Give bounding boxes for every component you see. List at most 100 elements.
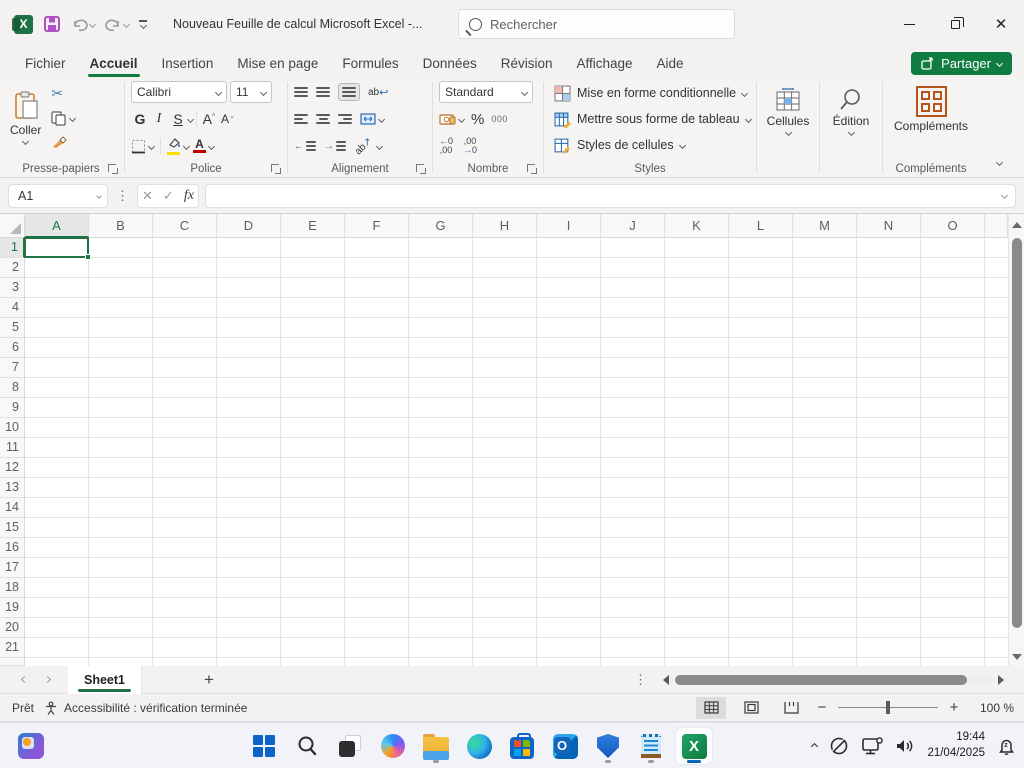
merge-center-button[interactable]	[360, 113, 384, 125]
taskbar-clock[interactable]: 19:44 21/04/2025	[927, 730, 985, 761]
undo-dropdown-icon[interactable]	[89, 20, 96, 27]
store-button[interactable]	[504, 728, 540, 764]
column-header-C[interactable]: C	[153, 214, 217, 238]
horizontal-scroll-thumb[interactable]	[675, 675, 967, 685]
addins-button[interactable]: Compléments	[889, 84, 973, 135]
cells-area[interactable]	[25, 238, 1008, 666]
file-explorer-button[interactable]	[418, 728, 454, 764]
column-header-M[interactable]: M	[793, 214, 857, 238]
horizontal-scrollbar[interactable]: ⋮	[634, 671, 1004, 689]
decrease-indent-icon[interactable]: ←	[294, 141, 316, 152]
tab-accueil[interactable]: Accueil	[78, 48, 150, 78]
row-header-16[interactable]: 16	[0, 538, 25, 558]
row-header-10[interactable]: 10	[0, 418, 25, 438]
align-top-icon[interactable]	[294, 87, 308, 97]
column-header-N[interactable]: N	[857, 214, 921, 238]
font-size-select[interactable]: 11	[230, 81, 272, 103]
paste-button[interactable]: Coller	[4, 80, 47, 154]
no-internet-icon[interactable]	[829, 736, 849, 756]
start-button[interactable]	[246, 728, 282, 764]
row-header-8[interactable]: 8	[0, 378, 25, 398]
align-center-icon[interactable]	[316, 114, 330, 124]
row-header-partial[interactable]	[0, 658, 25, 666]
zoom-level[interactable]: 100 %	[970, 701, 1014, 715]
vertical-scrollbar[interactable]	[1008, 214, 1024, 666]
tab-mise-en-page[interactable]: Mise en page	[225, 48, 330, 78]
scroll-right-icon[interactable]	[998, 675, 1004, 685]
customize-qat-icon[interactable]	[139, 20, 147, 27]
underline-dropdown-icon[interactable]	[187, 115, 194, 122]
sheet-tab-sheet1[interactable]: Sheet1	[68, 666, 142, 694]
row-header-18[interactable]: 18	[0, 578, 25, 598]
format-painter-icon[interactable]	[51, 135, 67, 149]
align-left-icon[interactable]	[294, 114, 308, 124]
column-header-G[interactable]: G	[409, 214, 473, 238]
tab-donnees[interactable]: Données	[411, 48, 489, 78]
row-header-6[interactable]: 6	[0, 338, 25, 358]
row-header-2[interactable]: 2	[0, 258, 25, 278]
comma-style-icon[interactable]: 000	[491, 114, 508, 124]
orientation-button[interactable]: ab↗	[354, 141, 382, 152]
decrease-font-size-button[interactable]: A⌄	[219, 112, 237, 126]
row-header-12[interactable]: 12	[0, 458, 25, 478]
share-button[interactable]: Partager	[911, 52, 1012, 75]
excel-taskbar-button[interactable]	[676, 728, 712, 764]
prev-sheet-icon[interactable]	[21, 676, 28, 683]
cell-styles-button[interactable]: Styles de cellules	[550, 133, 750, 158]
increase-font-size-button[interactable]: A^	[200, 111, 218, 127]
column-header-E[interactable]: E	[281, 214, 345, 238]
row-header-11[interactable]: 11	[0, 438, 25, 458]
italic-button[interactable]: I	[150, 111, 168, 127]
row-header-5[interactable]: 5	[0, 318, 25, 338]
tab-fichier[interactable]: Fichier	[13, 48, 78, 78]
select-all-corner[interactable]	[0, 214, 25, 238]
accessibility-status[interactable]: Accessibilité : vérification terminée	[44, 701, 247, 715]
selected-cell-A1[interactable]	[24, 237, 89, 258]
expand-formula-bar-icon[interactable]	[1001, 192, 1008, 199]
row-header-7[interactable]: 7	[0, 358, 25, 378]
taskbar-search-button[interactable]	[289, 728, 325, 764]
outlook-button[interactable]	[547, 728, 583, 764]
normal-view-button[interactable]	[696, 697, 726, 719]
column-header-D[interactable]: D	[217, 214, 281, 238]
column-header-L[interactable]: L	[729, 214, 793, 238]
row-header-17[interactable]: 17	[0, 558, 25, 578]
edge-button[interactable]	[461, 728, 497, 764]
row-header-19[interactable]: 19	[0, 598, 25, 618]
next-sheet-icon[interactable]	[44, 676, 51, 683]
minimize-button[interactable]	[886, 0, 932, 48]
excel-app-icon[interactable]	[14, 15, 33, 34]
row-header-4[interactable]: 4	[0, 298, 25, 318]
tab-revision[interactable]: Révision	[489, 48, 565, 78]
column-header-H[interactable]: H	[473, 214, 537, 238]
copy-button[interactable]	[51, 111, 75, 126]
search-input[interactable]: Rechercher	[458, 9, 735, 39]
volume-icon[interactable]	[895, 737, 915, 755]
task-view-button[interactable]	[332, 728, 368, 764]
tab-formules[interactable]: Formules	[330, 48, 410, 78]
wrap-text-icon[interactable]: ab↩	[368, 86, 388, 99]
new-sheet-button[interactable]: +	[204, 670, 214, 690]
copilot-button[interactable]	[375, 728, 411, 764]
name-box[interactable]: A1	[8, 184, 108, 208]
redo-dropdown-icon[interactable]	[123, 20, 130, 27]
column-header-B[interactable]: B	[89, 214, 153, 238]
column-header-partial[interactable]	[985, 214, 1008, 238]
row-header-3[interactable]: 3	[0, 278, 25, 298]
fill-color-button[interactable]	[167, 137, 189, 155]
column-header-F[interactable]: F	[345, 214, 409, 238]
decrease-decimal-icon[interactable]: ,00→0	[463, 137, 477, 155]
notepad-button[interactable]	[633, 728, 669, 764]
cancel-entry-icon[interactable]: ✕	[142, 188, 153, 204]
cells-button[interactable]: Cellules	[763, 86, 813, 137]
borders-button[interactable]	[131, 139, 154, 154]
notification-bell-icon[interactable]: z	[997, 737, 1016, 756]
zoom-in-button[interactable]: +	[948, 699, 960, 716]
scroll-left-icon[interactable]	[663, 675, 669, 685]
conditional-formatting-button[interactable]: Mise en forme conditionnelle	[550, 81, 750, 106]
align-middle-icon[interactable]	[316, 87, 330, 97]
increase-decimal-icon[interactable]: ←0,00	[439, 137, 453, 155]
tab-affichage[interactable]: Affichage	[564, 48, 644, 78]
editing-button[interactable]: Édition	[826, 86, 876, 137]
row-header-1[interactable]: 1	[0, 238, 25, 258]
